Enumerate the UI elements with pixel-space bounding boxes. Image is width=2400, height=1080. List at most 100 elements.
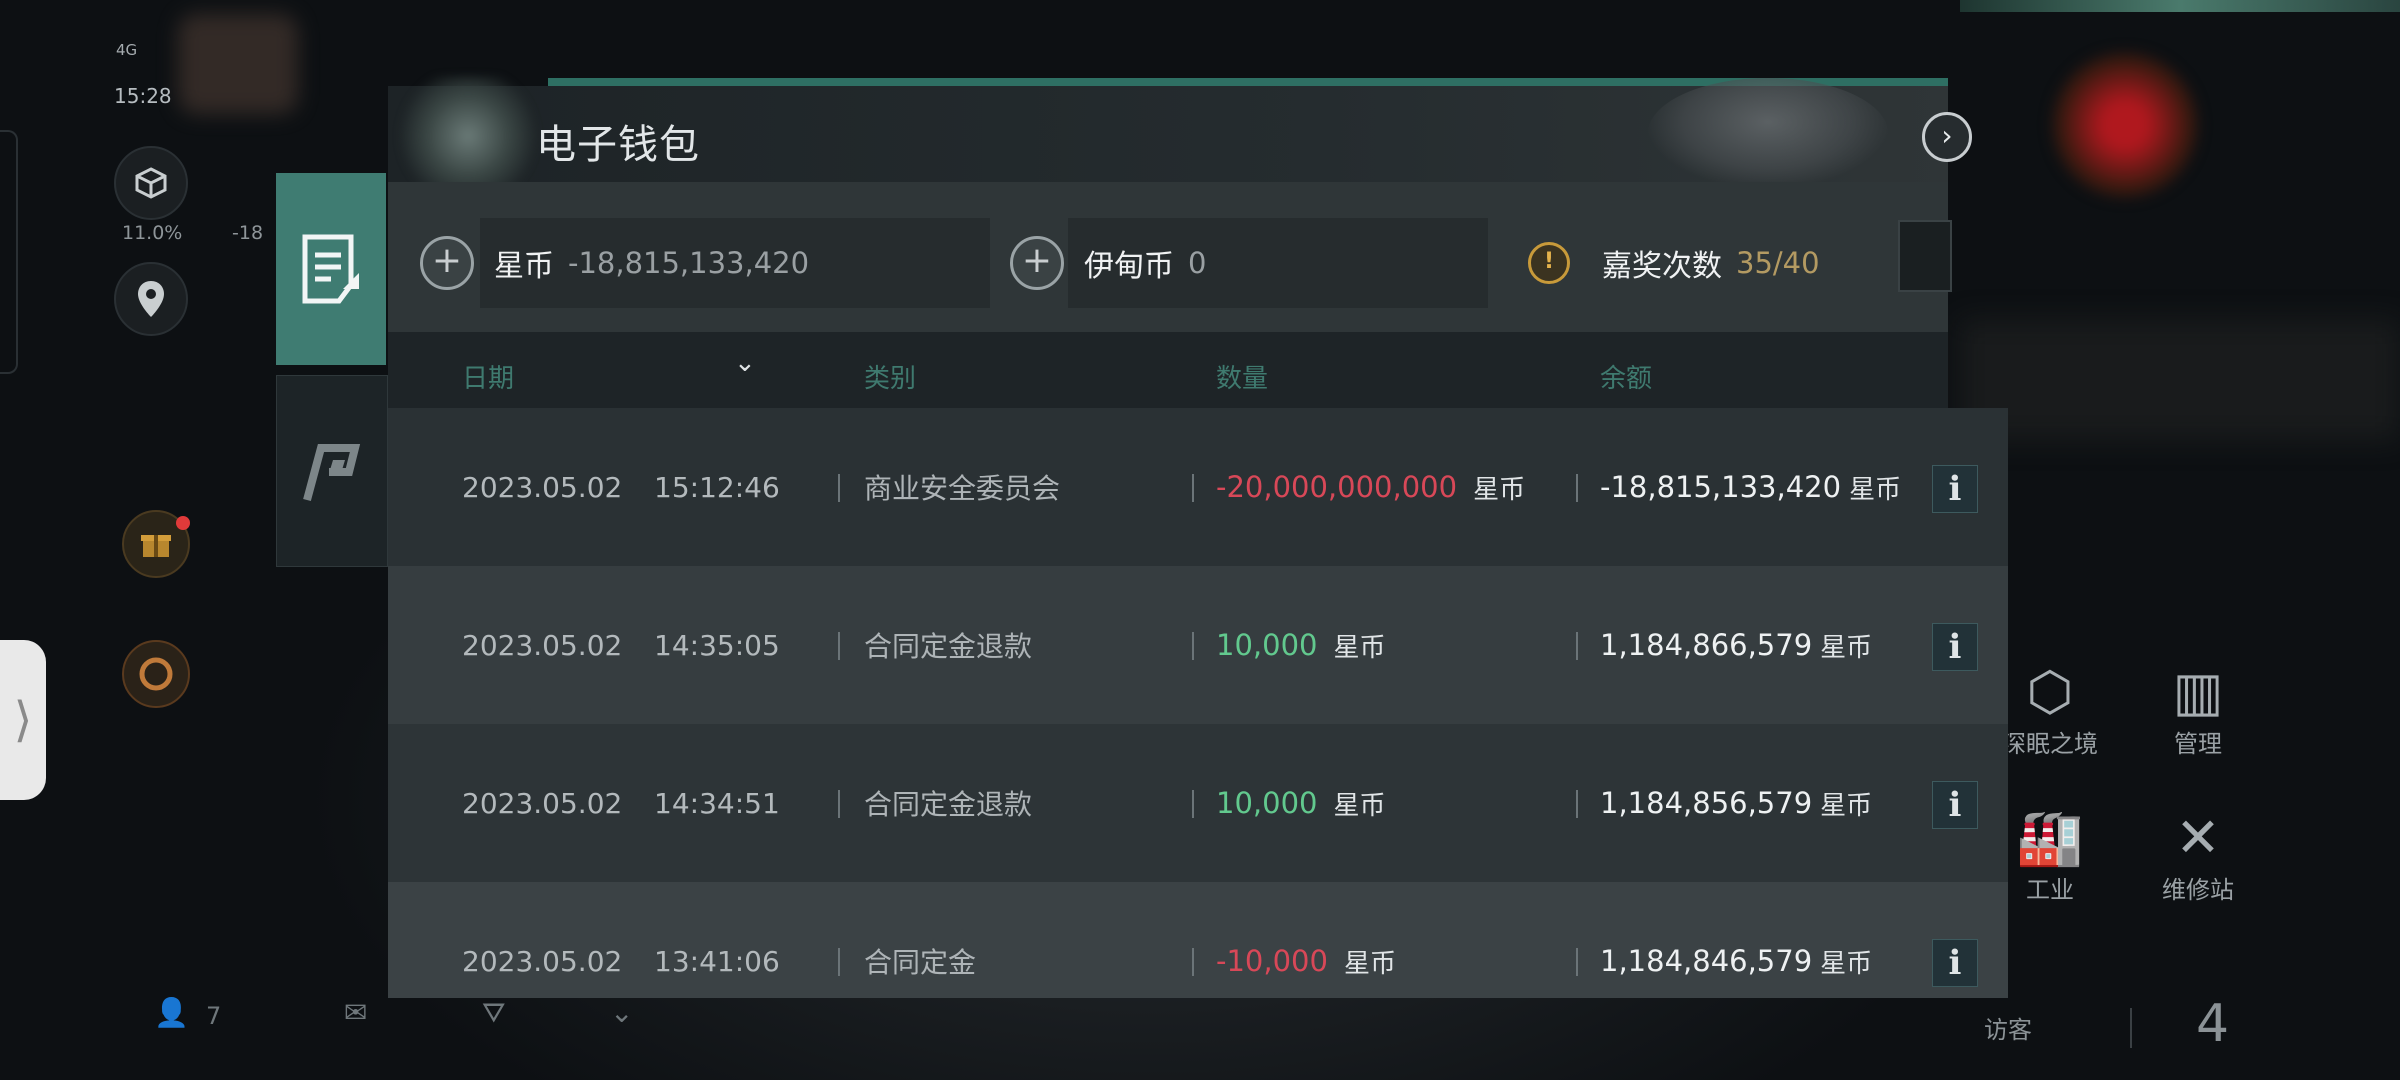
info-button[interactable]: i	[1932, 623, 1978, 671]
info-icon: i	[1948, 943, 1962, 983]
visitor-label: 访客	[1984, 1016, 2032, 1044]
row-balance: 1,184,846,579 星币	[1600, 882, 1872, 1040]
divider	[838, 948, 840, 976]
factory-icon: 🏭	[2016, 806, 2084, 869]
row-amount: 10,000 星币	[1216, 724, 1386, 882]
amount-unit: 星币	[1343, 948, 1396, 979]
row-date: 2023.05.02	[462, 786, 623, 820]
eden-coin-label: 伊甸币	[1084, 249, 1174, 284]
info-button[interactable]: i	[1932, 781, 1978, 829]
divider	[838, 632, 840, 660]
info-button[interactable]: i	[1932, 939, 1978, 987]
eden-coin-value: 0	[1188, 246, 1207, 280]
tools-icon: ✕	[2175, 806, 2221, 869]
deep-sleep-label: 深眠之境	[2002, 730, 2098, 758]
column-balance: 余额	[1600, 364, 1653, 394]
row-time: 15:12:46	[654, 470, 780, 504]
add-eden-coin-button[interactable]: +	[1010, 236, 1064, 290]
prize-count-value: 35/40	[1736, 246, 1820, 280]
divider	[1576, 474, 1578, 502]
location-pin-icon[interactable]	[114, 262, 188, 336]
wallet-panel: 电子钱包 › + 星币 -18,815,133,420 + 伊甸币 0 ! 嘉奖…	[276, 76, 2008, 1004]
info-button[interactable]: i	[1932, 465, 1978, 513]
page-title: 电子钱包	[536, 122, 700, 168]
divider	[838, 474, 840, 502]
wallet-emblem	[388, 76, 548, 196]
mail-icon[interactable]: ✉	[344, 996, 367, 1029]
visitor-count: 4	[2196, 994, 2230, 1054]
right-hud-strip	[1960, 320, 2400, 440]
table-row[interactable]: 2023.05.02 14:34:51 合同定金退款 10,000 星币 1,18…	[388, 724, 2008, 882]
amount-value: -10,000	[1216, 944, 1328, 978]
row-balance: 1,184,866,579 星币	[1600, 566, 1872, 724]
filter-toggle-button[interactable]	[1898, 220, 1952, 292]
deep-sleep-button[interactable]: ⬡ 深眠之境	[1990, 660, 2110, 759]
row-time: 14:34:51	[654, 786, 780, 820]
industry-button[interactable]: 🏭 工业	[1990, 806, 2110, 905]
amount-value: 10,000	[1216, 628, 1318, 662]
row-amount: -20,000,000,000 星币	[1216, 408, 1525, 566]
notification-dot	[176, 516, 190, 530]
side-drawer-handle[interactable]: ⟩	[0, 640, 46, 800]
divider	[1576, 948, 1578, 976]
chevron-right-icon: ›	[1941, 119, 1953, 152]
balance-value: 1,184,866,579	[1600, 628, 1813, 662]
visitor-divider	[2130, 1008, 2132, 1048]
table-row[interactable]: 2023.05.02 13:41:06 合同定金 -10,000 星币 1,184…	[388, 882, 2008, 998]
repair-station-label: 维修站	[2162, 876, 2234, 904]
planet-decoration	[1648, 78, 1888, 188]
ring-icon[interactable]	[122, 640, 190, 708]
amount-unit: 星币	[1473, 474, 1526, 505]
star-coin-label: 星币	[494, 249, 554, 284]
plus-icon: +	[1021, 240, 1053, 281]
info-icon: i	[1948, 469, 1962, 509]
members-icon[interactable]: 👤	[154, 996, 189, 1029]
tab-p-currency[interactable]	[276, 375, 388, 567]
manage-label: 管理	[2174, 730, 2222, 758]
row-amount: 10,000 星币	[1216, 566, 1386, 724]
add-star-coin-button[interactable]: +	[420, 236, 474, 290]
divider	[1192, 632, 1194, 660]
left-hud: 4G 15:28 11.0% -18	[0, 0, 298, 1080]
star-coin-value: -18,815,133,420	[568, 246, 810, 280]
balance-value: 1,184,846,579	[1600, 944, 1813, 978]
amount-unit: 星币	[1333, 790, 1386, 821]
transaction-table: 日期 ⌄ 类别 数量 余额 2023.05.02 15:12:46 商业安全委员…	[388, 332, 2008, 998]
cube-icon[interactable]	[114, 146, 188, 220]
balance-unit: 星币	[1820, 790, 1873, 821]
column-category: 类别	[864, 364, 917, 394]
column-amount: 数量	[1216, 364, 1269, 394]
tab-ledger[interactable]	[276, 173, 386, 365]
amount-value: -20,000,000,000	[1216, 470, 1458, 504]
info-icon: i	[1948, 627, 1962, 667]
avatar[interactable]	[178, 14, 298, 114]
balance-unit: 星币	[1820, 632, 1873, 663]
gift-box-icon[interactable]	[122, 510, 190, 578]
divider	[1192, 474, 1194, 502]
column-date[interactable]: 日期	[462, 358, 514, 395]
hexagon-icon: ⬡	[2026, 660, 2074, 723]
network-status: 4G	[116, 41, 138, 59]
divider	[1576, 632, 1578, 660]
close-button[interactable]: ›	[1922, 112, 1972, 162]
hud-percent: 11.0%	[122, 222, 183, 244]
table-row[interactable]: 2023.05.02 15:12:46 商业安全委员会 -20,000,000,…	[388, 408, 2008, 566]
clock: 15:28	[114, 84, 172, 108]
row-balance: -18,815,133,420 星币	[1600, 408, 1901, 566]
manage-button[interactable]: ▥ 管理	[2138, 660, 2258, 759]
balance-value: 1,184,856,579	[1600, 786, 1813, 820]
balance-unit: 星币	[1820, 948, 1873, 979]
document-icon	[302, 234, 359, 304]
exclamation-icon[interactable]: !	[1528, 242, 1570, 284]
right-top-bar	[1960, 0, 2400, 12]
row-category: 合同定金退款	[864, 630, 1033, 663]
panel-header: 电子钱包 ›	[388, 76, 1972, 196]
table-row[interactable]: 2023.05.02 14:35:05 合同定金退款 10,000 星币 1,18…	[388, 566, 2008, 724]
table-header: 日期 ⌄ 类别 数量 余额	[388, 332, 1948, 408]
sort-chevron-icon[interactable]: ⌄	[734, 348, 756, 378]
row-time: 14:35:05	[654, 628, 780, 662]
divider	[1192, 948, 1194, 976]
divider	[1192, 790, 1194, 818]
row-date: 2023.05.02	[462, 944, 623, 978]
repair-station-button[interactable]: ✕ 维修站	[2138, 806, 2258, 905]
